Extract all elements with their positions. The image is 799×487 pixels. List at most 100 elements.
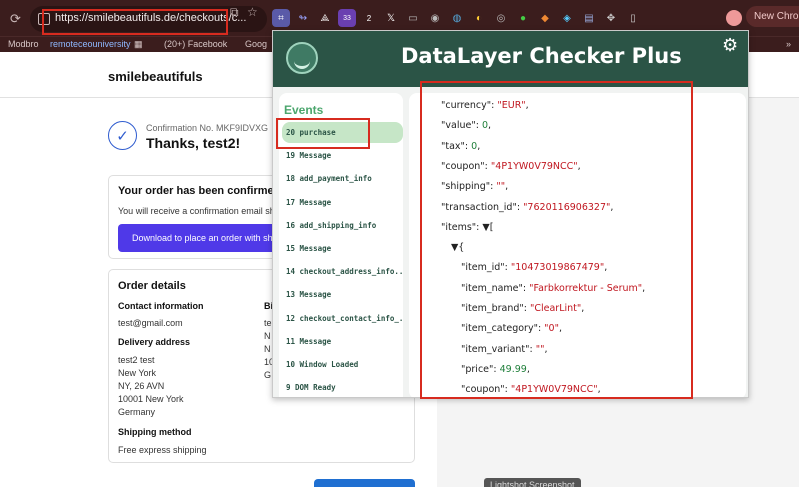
extension-icon[interactable]: ↬ [294,9,312,27]
event-item[interactable]: 16 add_shipping_info [282,215,403,236]
event-item[interactable]: 10 Window Loaded [282,354,403,375]
json-key: "transaction_id" [441,201,517,213]
shipping-method-label: Shipping method [118,427,192,437]
json-key: "item_variant" [461,343,530,355]
extension-icon[interactable]: ◎ [492,9,510,27]
extension-icon[interactable]: ◍ [448,9,466,27]
event-json-panel[interactable]: "currency": "EUR", "value": 0, "tax": 0, "c… [409,93,746,397]
share-icon[interactable]: ⧉ [230,5,239,20]
gear-icon[interactable]: ⚙ [722,35,738,56]
extension-icon[interactable]: ◈ [558,9,576,27]
confirmed-text: You will receive a confirmation email sh [118,206,275,216]
event-item[interactable]: 15 Message [282,238,403,259]
extension-icon[interactable]: ◆ [536,9,554,27]
json-key: "item_brand" [461,303,524,314]
delivery-line: New York [118,368,157,378]
json-line: "tax": 0, [441,140,481,152]
json-line: "coupon": "4P1YW0V79NCC", [461,384,601,396]
extension-icon[interactable]: ● [514,9,532,27]
json-key: "item_category" [461,323,538,335]
json-key: "item_id" [461,262,505,274]
delivery-line: NY, 26 AVN [118,381,165,391]
url-text[interactable]: https://smilebeautifuls.de/checkouts/c..… [55,12,246,24]
json-line: "transaction_id": "7620116906327", [441,201,614,213]
json-value: "" [535,343,545,355]
event-item[interactable]: 17 Message [282,192,403,213]
bookmark-item[interactable]: Modbro [8,39,39,49]
json-value: "" [496,181,506,193]
delivery-line: Germany [118,407,156,417]
datalayer-popup: DataLayer Checker Plus ⚙ Events 20 purch… [272,30,749,398]
delivery-line: test2 test [118,355,155,365]
x-icon[interactable]: 𝕏 [382,9,400,27]
billing-line: N [264,331,271,341]
extension-icon[interactable]: ▤ [580,9,598,27]
event-item[interactable]: 9 DOM Ready [282,377,403,397]
billing-line: te [264,318,272,328]
json-key: "coupon" [441,160,485,172]
json-value: "7620116906327" [523,201,611,213]
profile-avatar[interactable] [726,10,742,26]
camera-icon[interactable]: ◉ [426,9,444,27]
json-value: 49.99 [499,363,527,375]
json-value[interactable]: ▼{ [451,242,464,253]
json-line: "item_name": "Farbkorrektur - Serum", [461,282,646,294]
bookmark-item[interactable]: remoteceouniversity [50,39,131,49]
event-item[interactable]: 20 purchase [282,122,403,143]
json-value: "4P1YW0V79NCC" [510,384,598,396]
event-item[interactable]: 13 Message [282,284,403,305]
datalayer-extension-icon[interactable]: ⌗ [272,9,290,27]
billing-line: N [264,344,271,354]
reload-icon[interactable]: ⟳ [10,11,21,27]
event-item[interactable]: 12 checkout_contact_info_... [282,308,403,329]
json-value[interactable]: ▼[ [482,222,493,233]
bookmark-item[interactable]: (20+) Facebook [164,39,227,49]
events-panel[interactable]: Events 20 purchase 19 Message 18 add_payme… [279,93,403,397]
popup-title: DataLayer Checker Plus [401,44,682,68]
events-heading: Events [284,103,324,117]
json-line: "items": ▼[ [441,221,494,233]
json-line: ▼{ [451,242,464,253]
event-item[interactable]: 11 Message [282,331,403,352]
extension-icon[interactable]: ◐ [470,9,488,27]
datalayer-logo-icon [286,42,318,74]
event-item[interactable]: 14 checkout_address_info... [282,261,403,282]
site-info-icon[interactable] [38,13,50,25]
event-item[interactable]: 19 Message [282,145,403,166]
contact-email: test@gmail.com [118,318,183,328]
json-value: 0 [481,120,488,132]
confirmed-title: Your order has been confirmed. [118,185,284,197]
json-key: "item_name" [461,282,523,294]
extension-icon[interactable]: ⟁ [316,9,334,27]
json-value: "4P1YW0V79NCC" [490,160,578,172]
lightshot-tooltip: Lightshot Screenshot [484,478,581,487]
json-key: "value" [441,120,476,132]
bookmark-star-icon[interactable]: ☆ [247,5,258,19]
extension-badge[interactable]: 33 [338,9,356,27]
new-chrome-button[interactable]: New Chrome [746,6,799,27]
json-value: "Farbkorrektur - Serum" [529,282,643,294]
json-key: "price" [461,363,494,375]
confirmation-number: Confirmation No. MKF9IDVXG [146,123,269,133]
bookmark-item[interactable]: Goog [245,39,267,49]
popup-header: DataLayer Checker Plus ⚙ [273,31,748,87]
delivery-line: 10001 New York [118,394,184,404]
apps-grid-icon[interactable]: ▦ [134,39,143,50]
json-value: 0 [471,140,478,152]
more-bookmarks-icon[interactable]: » [786,39,791,49]
store-name[interactable]: smilebeautifuls [108,69,203,84]
extension-badge[interactable]: 2 [360,9,378,27]
json-value: "10473019867479" [510,262,605,274]
sidebar-icon[interactable]: ▯ [624,9,642,27]
json-key: "tax" [441,140,465,152]
json-value: "EUR" [497,100,526,111]
extensions-puzzle-icon[interactable]: ✥ [602,9,620,27]
extensions-row: ⌗ ↬ ⟁ 33 2 𝕏 ▭ ◉ ◍ ◐ ◎ ● ◆ ◈ ▤ ✥ ▯ [272,9,642,29]
json-key: "shipping" [441,181,491,193]
extension-icon[interactable]: ▭ [404,9,422,27]
continue-shopping-button[interactable] [314,479,415,487]
event-item[interactable]: 18 add_payment_info [282,168,403,189]
popup-body: Events 20 purchase 19 Message 18 add_payme… [273,87,748,397]
json-key: "currency" [441,100,492,111]
json-line: "item_brand": "ClearLint", [461,303,585,314]
